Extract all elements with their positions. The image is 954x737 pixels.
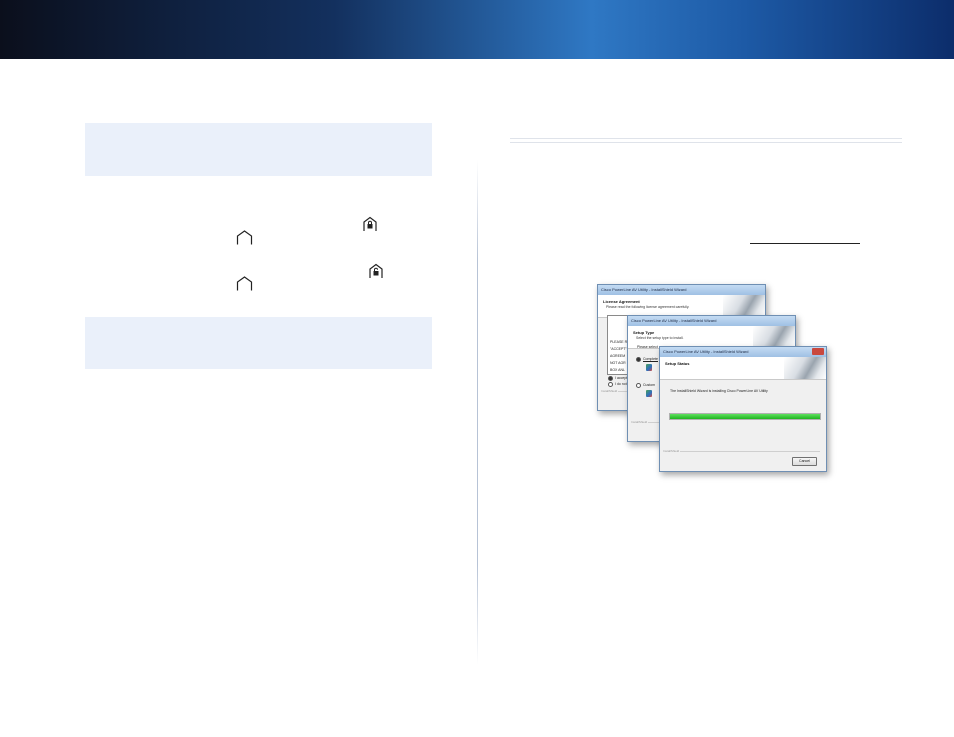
wizard-graphic	[723, 295, 765, 317]
window-subheading: Please read the following license agreem…	[606, 305, 690, 309]
setup-status-window: Cisco PowerLine AV Utility - InstallShie…	[659, 346, 827, 472]
progress-fill	[670, 414, 820, 419]
window-title: Cisco PowerLine AV Utility - InstallShie…	[628, 316, 795, 326]
installshield-label: InstallShield	[631, 420, 648, 424]
window-heading: Setup Type	[633, 330, 655, 335]
note-box	[85, 317, 432, 369]
close-button[interactable]	[812, 348, 824, 355]
decline-radio[interactable]	[608, 382, 613, 387]
section-rule	[510, 142, 902, 143]
note-box	[85, 123, 432, 176]
lock-house-icon	[363, 216, 377, 231]
custom-option-label: Custom	[643, 383, 656, 387]
license-line: BOX ANL	[610, 368, 625, 372]
complete-option-label: Complete	[643, 357, 658, 361]
section-rule	[510, 138, 902, 139]
custom-radio[interactable]	[636, 383, 641, 388]
window-title: Cisco PowerLine AV Utility - InstallShie…	[660, 347, 826, 357]
window-subheading: Select the setup type to install.	[636, 336, 684, 340]
window-header: Setup Status	[660, 357, 826, 380]
accept-radio[interactable]	[608, 376, 613, 381]
complete-setup-icon	[646, 364, 652, 371]
window-heading: Setup Status	[665, 361, 690, 366]
complete-radio[interactable]	[636, 357, 641, 362]
house-icon	[236, 230, 253, 245]
window-heading: License Agreement	[603, 299, 640, 304]
install-progress-bar	[669, 413, 821, 420]
installshield-label: InstallShield	[663, 449, 680, 453]
status-text: The InstallShield Wizard is installing C…	[670, 389, 768, 393]
column-divider	[477, 160, 478, 665]
wizard-graphic	[784, 357, 826, 379]
house-icon	[236, 276, 253, 291]
license-line: NOT AGR	[610, 361, 626, 365]
window-title: Cisco PowerLine AV Utility - InstallShie…	[598, 285, 765, 295]
accept-option-label: I accept	[615, 376, 628, 380]
setup-prompt: Please select	[637, 345, 658, 349]
license-line: PLEASE R	[610, 340, 628, 344]
installshield-label: InstallShield	[601, 389, 618, 393]
cancel-button[interactable]: Cancel	[792, 457, 817, 466]
header-band	[0, 0, 954, 59]
link-underline[interactable]	[750, 243, 860, 244]
unlock-house-icon	[369, 263, 383, 278]
license-line: AGREEM	[610, 354, 626, 358]
footer-divider	[680, 451, 820, 452]
wizard-graphic	[753, 326, 795, 348]
custom-setup-icon	[646, 390, 652, 397]
